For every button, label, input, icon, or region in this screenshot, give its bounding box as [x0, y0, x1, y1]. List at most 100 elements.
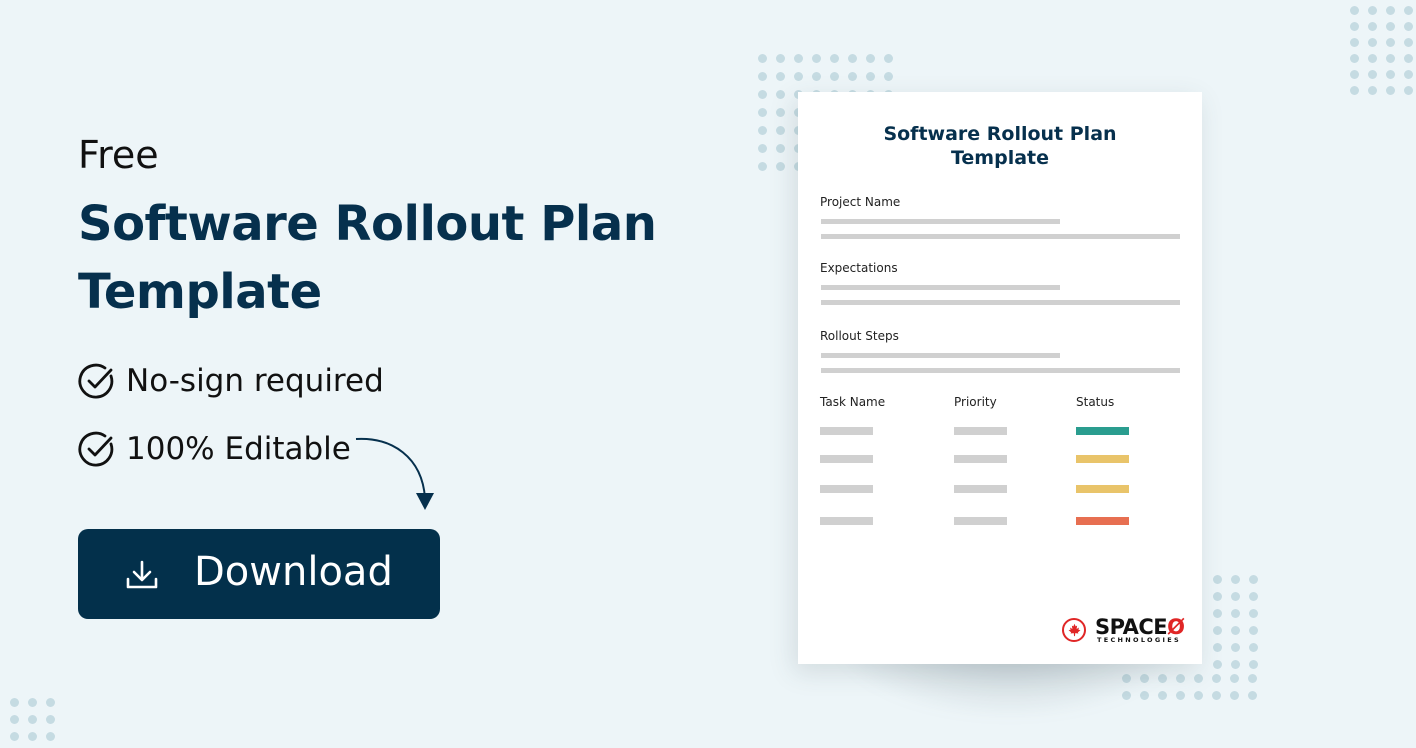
check-circle-icon [78, 431, 114, 467]
dot [1368, 86, 1377, 95]
dot [830, 54, 839, 63]
dot [758, 90, 767, 99]
dot [1350, 86, 1359, 95]
dot [830, 72, 839, 81]
dot [758, 108, 767, 117]
dot [866, 72, 875, 81]
dot [28, 732, 37, 741]
dot [776, 144, 785, 153]
dot [884, 72, 893, 81]
feature-label: No-sign required [126, 363, 384, 399]
dot [1231, 643, 1240, 652]
decorative-dot-grid [1350, 6, 1413, 95]
dot [848, 72, 857, 81]
priority-placeholder [954, 517, 1007, 525]
dot [10, 732, 19, 741]
dot [10, 698, 19, 707]
dot [1404, 22, 1413, 31]
dot [1213, 660, 1222, 669]
status-indicator-blocked [1076, 517, 1129, 525]
dot [1249, 609, 1258, 618]
priority-placeholder [954, 485, 1007, 493]
dot [28, 715, 37, 724]
section-label-rollout-steps: Rollout Steps [820, 329, 899, 343]
dot [1368, 22, 1377, 31]
dot [866, 54, 875, 63]
dot [1231, 609, 1240, 618]
decorative-dot-grid [1213, 575, 1258, 669]
dot [1386, 38, 1395, 47]
logo-tagline: TECHNOLOGIES [1097, 636, 1181, 644]
dot [758, 144, 767, 153]
dot [1212, 691, 1221, 700]
dot [1249, 626, 1258, 635]
task-name-placeholder [820, 427, 873, 435]
column-header-status: Status [1076, 395, 1115, 409]
dot [1368, 38, 1377, 47]
dot [1212, 674, 1221, 683]
status-indicator-in-progress [1076, 455, 1129, 463]
dot [1368, 70, 1377, 79]
dot [1231, 660, 1240, 669]
title-line-2: Template [78, 264, 322, 320]
dot [776, 72, 785, 81]
dot [1404, 70, 1413, 79]
decorative-dot-grid [10, 698, 55, 741]
eyebrow-text: Free [78, 133, 159, 177]
placeholder-line [821, 353, 1060, 358]
section-label-project-name: Project Name [820, 195, 901, 209]
dot [776, 126, 785, 135]
column-header-task-name: Task Name [820, 395, 886, 409]
dot [1249, 592, 1258, 601]
title-line-1: Software Rollout Plan [78, 196, 657, 252]
dot [794, 54, 803, 63]
dot [1231, 575, 1240, 584]
dot [758, 72, 767, 81]
dot [1213, 575, 1222, 584]
status-indicator-in-progress [1076, 485, 1129, 493]
dot [1386, 22, 1395, 31]
curved-arrow-icon [355, 437, 434, 510]
download-button[interactable]: Download [78, 529, 440, 619]
dot [848, 54, 857, 63]
dot [776, 90, 785, 99]
company-logo: SPACEØ TECHNOLOGIES [1062, 615, 1186, 648]
dot [1404, 54, 1413, 63]
section-label-expectations: Expectations [820, 261, 898, 275]
task-name-placeholder [820, 517, 873, 525]
maple-leaf-icon [1062, 618, 1086, 642]
dot [1386, 54, 1395, 63]
dot [1213, 609, 1222, 618]
dot [884, 54, 893, 63]
dot [776, 108, 785, 117]
dot [1350, 38, 1359, 47]
status-indicator-done [1076, 427, 1129, 435]
dot [1213, 626, 1222, 635]
dot [1249, 643, 1258, 652]
dot [812, 54, 821, 63]
task-name-placeholder [820, 455, 873, 463]
feature-item: 100% Editable [78, 430, 351, 468]
feature-label: 100% Editable [126, 431, 351, 467]
dot [1386, 86, 1395, 95]
dot [776, 54, 785, 63]
check-circle-icon [78, 363, 114, 399]
dot [1249, 660, 1258, 669]
dot [794, 72, 803, 81]
priority-placeholder [954, 427, 1007, 435]
feature-item: No-sign required [78, 362, 384, 400]
dot [1213, 592, 1222, 601]
document-preview: Software Rollout Plan Template Project N… [798, 92, 1202, 664]
dot [1230, 674, 1239, 683]
task-name-placeholder [820, 485, 873, 493]
dot [46, 698, 55, 707]
dot [1248, 691, 1257, 700]
document-title: Software Rollout Plan Template [798, 122, 1202, 170]
dot [1404, 38, 1413, 47]
download-button-label: Download [194, 549, 393, 595]
placeholder-line [821, 219, 1060, 224]
document-title-line-1: Software Rollout Plan [883, 123, 1117, 145]
column-header-priority: Priority [954, 395, 997, 409]
dot [28, 698, 37, 707]
dot [1386, 70, 1395, 79]
